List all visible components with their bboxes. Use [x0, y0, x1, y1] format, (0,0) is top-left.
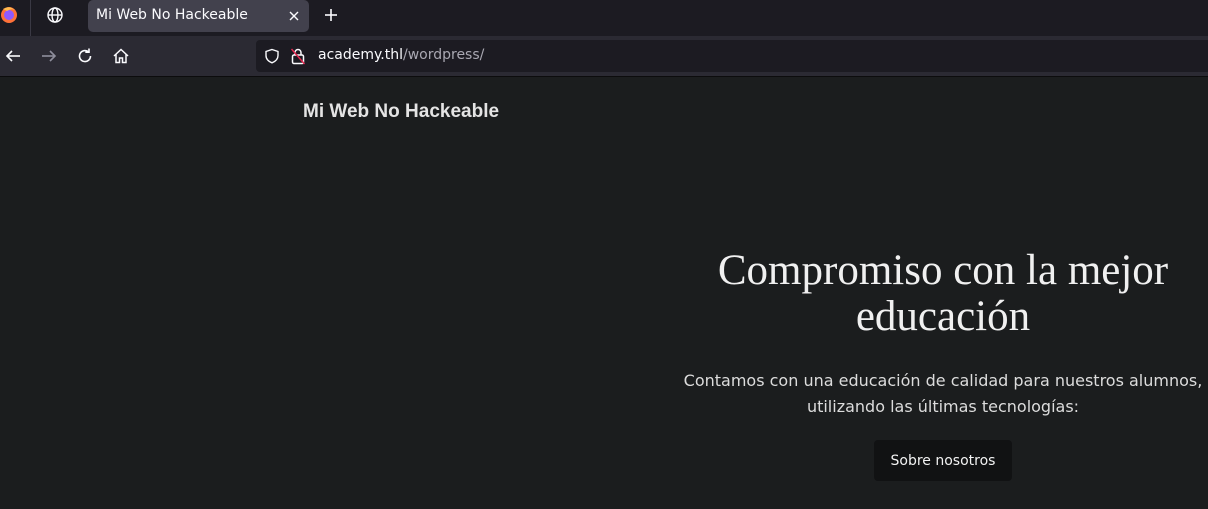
insecure-lock-icon[interactable]	[290, 47, 306, 65]
home-icon[interactable]	[112, 47, 130, 65]
plus-icon[interactable]	[322, 6, 340, 24]
firefox-logo-icon[interactable]	[0, 4, 20, 24]
tab-strip: Mi Web No Hackeable	[0, 0, 1208, 36]
site-title-link[interactable]: Mi Web No Hackeable	[303, 101, 499, 123]
shield-icon[interactable]	[264, 48, 280, 64]
hero-section: Compromiso con la mejor educación Contam…	[680, 248, 1206, 481]
url-bar[interactable]: academy.thl/wordpress/	[256, 40, 1208, 72]
globe-icon[interactable]	[46, 6, 64, 24]
url-path: /wordpress/	[402, 47, 485, 63]
active-tab[interactable]: Mi Web No Hackeable	[88, 0, 309, 32]
tab-title: Mi Web No Hackeable	[96, 7, 248, 23]
reload-icon[interactable]	[76, 47, 94, 65]
hero-description: Contamos con una educación de calidad pa…	[683, 371, 1203, 416]
forward-arrow-icon[interactable]	[40, 47, 58, 65]
tab-separator	[30, 0, 31, 36]
navigation-bar: academy.thl/wordpress/	[0, 36, 1208, 77]
back-arrow-icon[interactable]	[4, 47, 22, 65]
close-icon[interactable]	[287, 9, 301, 23]
hero-heading: Compromiso con la mejor educación	[717, 247, 1169, 340]
url-host: academy.thl	[318, 47, 403, 63]
url-text[interactable]: academy.thl/wordpress/	[318, 47, 484, 63]
about-us-button[interactable]: Sobre nosotros	[873, 440, 1013, 481]
